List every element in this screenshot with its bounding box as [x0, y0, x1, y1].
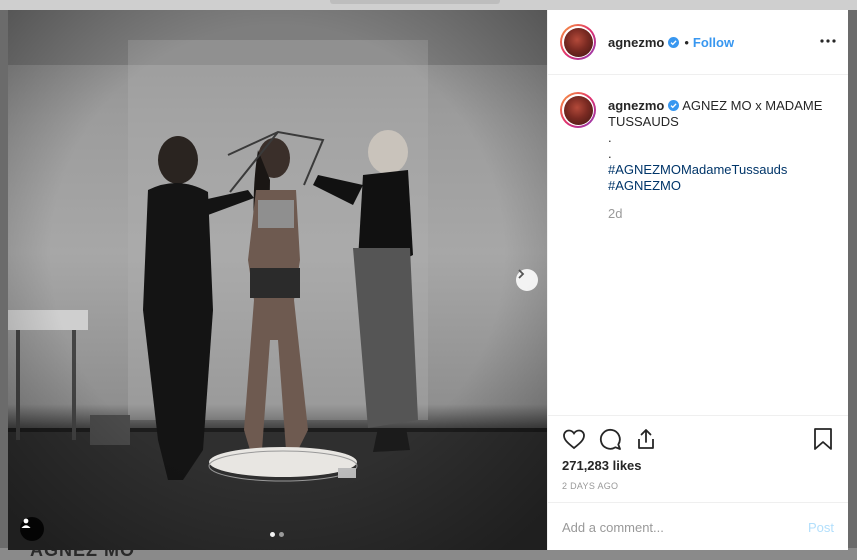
post-side-panel: agnezmo • Follow agnezmo AGNEZ MO x MADA… — [547, 10, 848, 550]
user-tag-button[interactable] — [20, 517, 44, 541]
vignette — [8, 10, 547, 550]
caption-dot-line: . — [608, 146, 612, 161]
post-header: agnezmo • Follow — [548, 10, 848, 75]
likes-count[interactable]: 271,283 likes — [562, 458, 642, 473]
more-options-icon[interactable] — [820, 33, 836, 49]
follow-button[interactable]: Follow — [693, 35, 734, 50]
bookmark-icon[interactable] — [812, 427, 834, 451]
verified-badge-icon — [668, 100, 680, 111]
caption-title-line: agnezmo AGNEZ MO x MADAME TUSSAUDS — [608, 98, 828, 130]
next-slide-button[interactable] — [516, 269, 538, 291]
comment-input[interactable] — [562, 517, 782, 537]
author-avatar[interactable] — [560, 24, 596, 60]
post-comment-button[interactable]: Post — [808, 520, 834, 535]
carousel-dot-active — [270, 532, 275, 537]
post-caption: agnezmo AGNEZ MO x MADAME TUSSAUDS . . #… — [560, 92, 836, 222]
backdrop-top — [0, 0, 857, 10]
header-separator: • — [684, 34, 689, 50]
chevron-right-icon — [518, 269, 525, 279]
carousel-dot — [279, 532, 284, 537]
post-modal: agnezmo • Follow agnezmo AGNEZ MO x MADA… — [8, 10, 848, 550]
carousel-dots — [270, 532, 284, 537]
caption-dot-line: . — [608, 130, 612, 145]
actions-divider — [548, 415, 848, 416]
caption-username[interactable]: agnezmo — [608, 98, 664, 113]
backdrop-bar — [330, 0, 500, 4]
caption-age: 2d — [608, 206, 623, 221]
share-icon[interactable] — [634, 427, 658, 451]
hashtag-link[interactable]: #AGNEZMOMadameTussauds — [608, 162, 828, 178]
caption-avatar[interactable] — [560, 92, 596, 128]
post-actions — [562, 427, 834, 453]
author-username[interactable]: agnezmo — [608, 35, 664, 50]
comment-icon[interactable] — [598, 427, 622, 451]
hashtag-link[interactable]: #AGNEZMO — [608, 178, 828, 194]
post-time-ago[interactable]: 2 DAYS AGO — [562, 481, 618, 491]
post-photo[interactable] — [8, 10, 547, 550]
comment-box: Post — [548, 502, 848, 551]
user-tag-icon — [21, 518, 31, 528]
photo-illustration — [8, 10, 547, 550]
caption-body: agnezmo AGNEZ MO x MADAME TUSSAUDS . . #… — [608, 98, 828, 222]
verified-badge-icon — [668, 36, 680, 48]
heart-icon[interactable] — [562, 427, 586, 451]
